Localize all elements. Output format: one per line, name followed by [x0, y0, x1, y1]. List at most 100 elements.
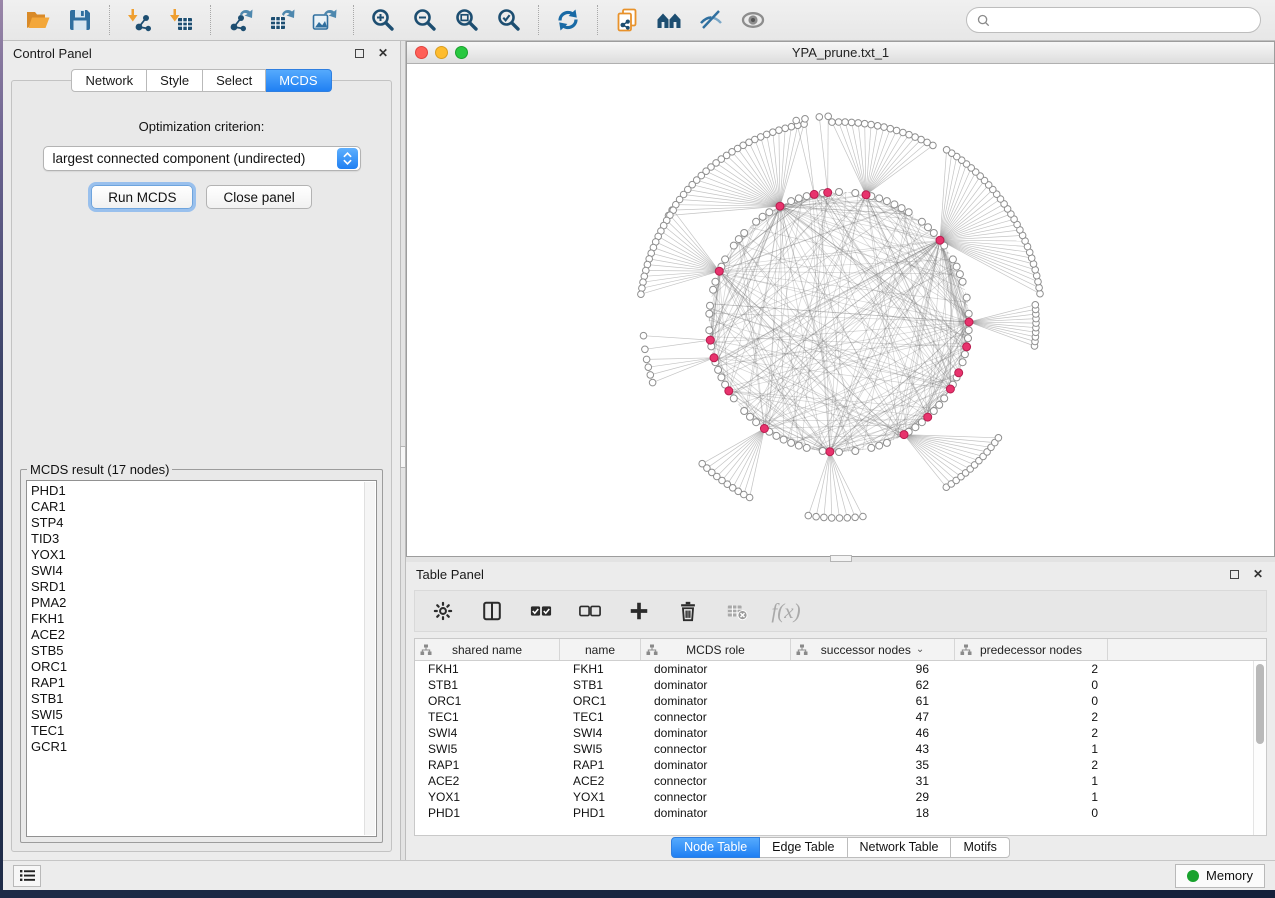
ring-node[interactable] — [819, 448, 826, 455]
leaf-node[interactable] — [855, 120, 862, 127]
ring-node[interactable] — [759, 213, 766, 220]
ring-node[interactable] — [715, 366, 722, 373]
mcds-result-list[interactable]: PHD1CAR1STP4TID3YOX1SWI4SRD1PMA2FKH1ACE2… — [26, 480, 377, 837]
table-cell[interactable]: 29 — [791, 790, 955, 804]
vertical-splitter[interactable] — [400, 41, 406, 860]
ring-node[interactable] — [753, 218, 760, 225]
ring-node[interactable] — [953, 263, 960, 270]
hide-graphics-details-icon[interactable] — [694, 4, 728, 36]
scrollbar-thumb[interactable] — [1256, 664, 1264, 744]
show-graphics-details-icon[interactable] — [736, 4, 770, 36]
mcds-hub-node[interactable] — [760, 425, 768, 433]
mcds-hub-node[interactable] — [725, 387, 733, 395]
select-all-icon[interactable] — [529, 599, 553, 623]
mcds-result-item[interactable]: PHD1 — [31, 483, 376, 499]
ring-node[interactable] — [852, 448, 859, 455]
delete-column-icon[interactable] — [676, 599, 700, 623]
memory-button[interactable]: Memory — [1175, 864, 1265, 888]
ring-node[interactable] — [876, 442, 883, 449]
mcds-result-item[interactable]: YOX1 — [31, 547, 376, 563]
mcds-result-item[interactable]: SRD1 — [31, 579, 376, 595]
run-mcds-button[interactable]: Run MCDS — [91, 185, 193, 209]
table-cell[interactable]: dominator — [641, 678, 791, 692]
ring-node[interactable] — [965, 310, 972, 317]
table-cell[interactable]: SWI5 — [415, 742, 560, 756]
zoom-out-icon[interactable] — [408, 4, 442, 36]
ring-node[interactable] — [803, 193, 810, 200]
mcds-hub-node[interactable] — [936, 236, 944, 244]
table-cell[interactable]: 2 — [955, 662, 1108, 676]
ring-node[interactable] — [766, 209, 773, 216]
leaf-node[interactable] — [868, 121, 875, 128]
table-cell[interactable]: 96 — [791, 662, 955, 676]
leaf-node[interactable] — [813, 513, 820, 520]
ring-node[interactable] — [718, 374, 725, 381]
table-cell[interactable]: 43 — [791, 742, 955, 756]
mcds-result-item[interactable]: TID3 — [31, 531, 376, 547]
table-cell[interactable]: RAP1 — [415, 758, 560, 772]
table-cell[interactable]: ACE2 — [560, 774, 641, 788]
mcds-hub-node[interactable] — [706, 336, 714, 344]
ring-node[interactable] — [712, 278, 719, 285]
mcds-hub-node[interactable] — [955, 369, 963, 377]
mcds-hub-node[interactable] — [710, 354, 718, 362]
table-cell[interactable]: dominator — [641, 758, 791, 772]
mcds-result-item[interactable]: RAP1 — [31, 675, 376, 691]
leaf-node[interactable] — [1032, 302, 1039, 309]
ring-node[interactable] — [735, 236, 742, 243]
list-scrollbar[interactable] — [364, 482, 375, 835]
table-cell[interactable]: TEC1 — [415, 710, 560, 724]
ring-node[interactable] — [925, 224, 932, 231]
mcds-hub-node[interactable] — [715, 267, 723, 275]
table-cell[interactable]: RAP1 — [560, 758, 641, 772]
leaf-node[interactable] — [805, 512, 812, 519]
ring-node[interactable] — [918, 218, 925, 225]
table-cell[interactable]: 1 — [955, 790, 1108, 804]
ring-node[interactable] — [930, 408, 937, 415]
leaf-node[interactable] — [816, 114, 823, 121]
table-settings-icon[interactable] — [431, 599, 455, 623]
leaf-node[interactable] — [943, 147, 950, 154]
leaf-node[interactable] — [874, 123, 881, 130]
table-cell[interactable]: connector — [641, 790, 791, 804]
search-input[interactable] — [996, 13, 1250, 27]
network-canvas[interactable] — [407, 64, 1274, 556]
first-neighbors-icon[interactable] — [652, 4, 686, 36]
mcds-result-item[interactable]: ACE2 — [31, 627, 376, 643]
mcds-result-item[interactable]: STB5 — [31, 643, 376, 659]
ring-node[interactable] — [936, 401, 943, 408]
table-cell[interactable]: SWI4 — [415, 726, 560, 740]
optimization-criterion-select[interactable]: largest connected component (undirected) — [43, 146, 361, 171]
table-cell[interactable]: 1 — [955, 774, 1108, 788]
refresh-layout-icon[interactable] — [551, 4, 585, 36]
column-header-MCDS-role[interactable]: MCDS role — [641, 639, 791, 660]
column-header-predecessor-nodes[interactable]: predecessor nodes — [955, 639, 1108, 660]
table-cell[interactable]: 0 — [955, 806, 1108, 820]
table-cell[interactable]: SWI5 — [560, 742, 641, 756]
leaf-node[interactable] — [788, 123, 795, 130]
table-cell[interactable]: dominator — [641, 806, 791, 820]
maximize-window-icon[interactable] — [455, 46, 468, 59]
leaf-node[interactable] — [1035, 278, 1042, 285]
ring-node[interactable] — [965, 327, 972, 334]
table-cell[interactable]: dominator — [641, 662, 791, 676]
mcds-result-item[interactable]: TEC1 — [31, 723, 376, 739]
table-cell[interactable]: SWI4 — [560, 726, 641, 740]
table-cell[interactable]: connector — [641, 774, 791, 788]
leaf-node[interactable] — [887, 125, 894, 132]
ring-node[interactable] — [930, 230, 937, 237]
mcds-result-item[interactable]: STB1 — [31, 691, 376, 707]
table-cell[interactable]: FKH1 — [560, 662, 641, 676]
leaf-node[interactable] — [860, 513, 867, 520]
leaf-node[interactable] — [842, 119, 849, 126]
mcds-hub-node[interactable] — [810, 190, 818, 198]
export-network-icon[interactable] — [223, 4, 257, 36]
show-panels-button[interactable] — [13, 865, 41, 887]
table-cell[interactable]: STB1 — [560, 678, 641, 692]
ring-node[interactable] — [961, 351, 968, 358]
ring-node[interactable] — [836, 189, 843, 196]
mcds-hub-node[interactable] — [900, 431, 908, 439]
mcds-hub-node[interactable] — [824, 189, 832, 197]
table-cell[interactable]: 0 — [955, 694, 1108, 708]
ring-node[interactable] — [949, 256, 956, 263]
